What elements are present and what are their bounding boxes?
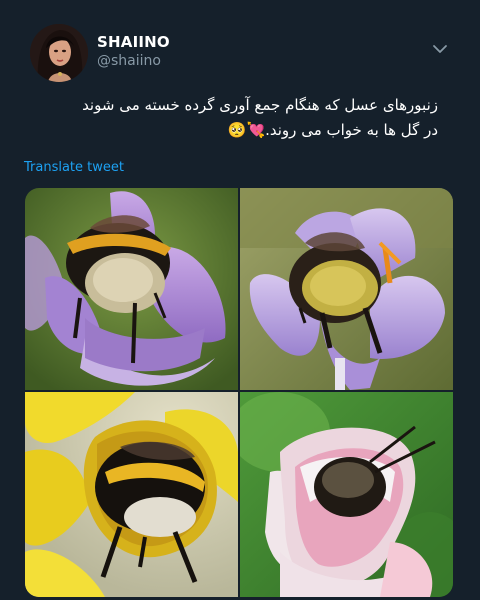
tweet-media-grid[interactable] <box>25 188 453 597</box>
media-photo-4[interactable] <box>240 392 453 597</box>
media-photo-2[interactable] <box>240 188 453 390</box>
chevron-down-icon[interactable] <box>430 42 450 56</box>
tweet-header: SHAIINO @shaiino <box>0 0 480 90</box>
tweet-text-line-2: در گل ها به خواب می روند.💘🥺 <box>227 121 438 139</box>
translate-tweet-link[interactable]: Translate tweet <box>24 160 124 175</box>
tweet-text: زنبورهای عسل که هنگام جمع آوری گرده خسته… <box>18 93 438 143</box>
media-photo-3[interactable] <box>25 392 238 597</box>
tweet-text-line-1: زنبورهای عسل که هنگام جمع آوری گرده خسته… <box>82 96 438 114</box>
avatar[interactable] <box>30 24 88 82</box>
display-name[interactable]: SHAIINO <box>97 33 170 51</box>
media-photo-1[interactable] <box>25 188 238 390</box>
user-handle[interactable]: @shaiino <box>97 53 161 69</box>
